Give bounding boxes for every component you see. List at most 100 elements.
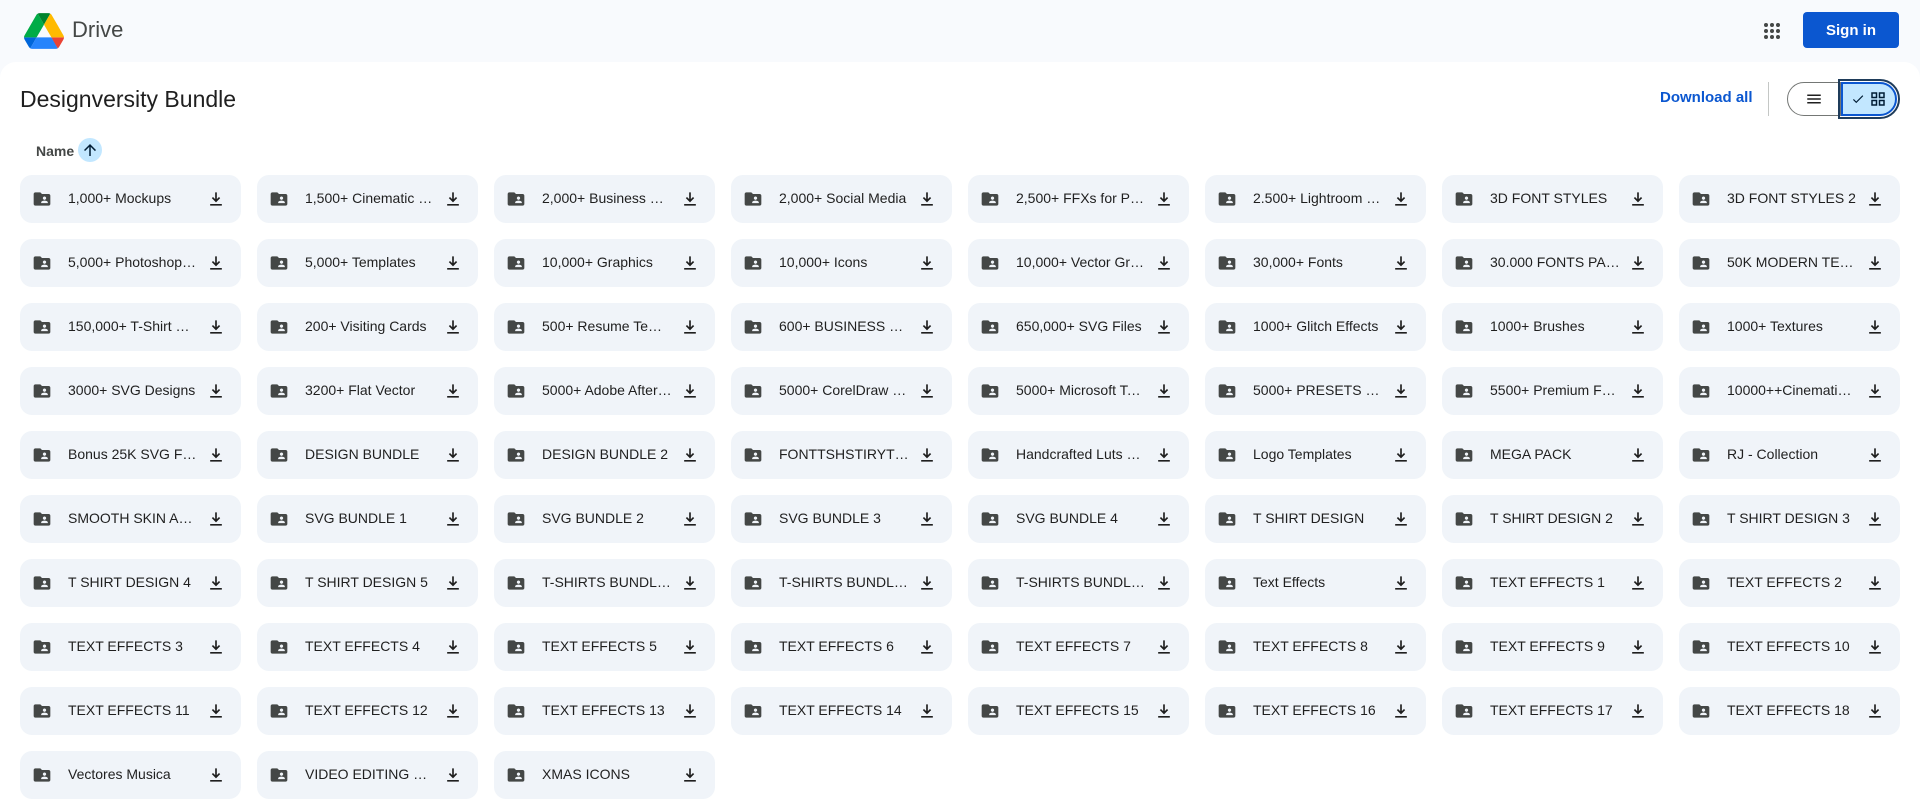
download-button[interactable]	[204, 763, 228, 787]
download-button[interactable]	[678, 635, 702, 659]
folder-tile[interactable]: 1,500+ Cinematic LUTs	[257, 175, 478, 223]
folder-tile[interactable]: 3000+ SVG Designs	[20, 367, 241, 415]
folder-tile[interactable]: 5000+ Adobe After Effects	[494, 367, 715, 415]
folder-tile[interactable]: 5500+ Premium Fonts	[1442, 367, 1663, 415]
folder-tile[interactable]: MEGA PACK	[1442, 431, 1663, 479]
download-button[interactable]	[1626, 443, 1650, 467]
list-view-button[interactable]	[1787, 82, 1841, 116]
download-button[interactable]	[1863, 635, 1887, 659]
folder-tile[interactable]: 1000+ Textures	[1679, 303, 1900, 351]
download-button[interactable]	[678, 251, 702, 275]
download-button[interactable]	[1152, 571, 1176, 595]
download-button[interactable]	[678, 187, 702, 211]
folder-tile[interactable]: 10,000+ Icons	[731, 239, 952, 287]
download-button[interactable]	[1863, 571, 1887, 595]
folder-tile[interactable]: 1,000+ Mockups	[20, 175, 241, 223]
google-apps-icon[interactable]	[1760, 19, 1784, 43]
folder-tile[interactable]: TEXT EFFECTS 12	[257, 687, 478, 735]
folder-tile[interactable]: TEXT EFFECTS 5	[494, 623, 715, 671]
download-button[interactable]	[1626, 187, 1650, 211]
download-button[interactable]	[678, 507, 702, 531]
download-button[interactable]	[441, 571, 465, 595]
download-button[interactable]	[1626, 379, 1650, 403]
folder-tile[interactable]: T-SHIRTS BUNDLE 2	[731, 559, 952, 607]
download-button[interactable]	[1389, 699, 1413, 723]
folder-tile[interactable]: 3D FONT STYLES 2	[1679, 175, 1900, 223]
download-button[interactable]	[1389, 379, 1413, 403]
folder-tile[interactable]: Text Effects	[1205, 559, 1426, 607]
folder-tile[interactable]: TEXT EFFECTS 4	[257, 623, 478, 671]
download-button[interactable]	[441, 315, 465, 339]
download-button[interactable]	[1626, 251, 1650, 275]
folder-tile[interactable]: 2.500+ Lightroom Presets	[1205, 175, 1426, 223]
folder-tile[interactable]: Logo Templates	[1205, 431, 1426, 479]
download-button[interactable]	[678, 443, 702, 467]
download-button[interactable]	[915, 251, 939, 275]
download-button[interactable]	[1389, 635, 1413, 659]
download-button[interactable]	[1152, 699, 1176, 723]
folder-tile[interactable]: SVG BUNDLE 4	[968, 495, 1189, 543]
folder-tile[interactable]: 150,000+ T-Shirt Designs	[20, 303, 241, 351]
download-button[interactable]	[204, 379, 228, 403]
folder-tile[interactable]: TEXT EFFECTS 18	[1679, 687, 1900, 735]
download-button[interactable]	[1389, 571, 1413, 595]
folder-tile[interactable]: TEXT EFFECTS 15	[968, 687, 1189, 735]
download-button[interactable]	[1389, 507, 1413, 531]
folder-tile[interactable]: 650,000+ SVG Files	[968, 303, 1189, 351]
drive-logo-icon[interactable]	[24, 13, 64, 49]
download-button[interactable]	[1152, 507, 1176, 531]
folder-tile[interactable]: XMAS ICONS	[494, 751, 715, 799]
folder-tile[interactable]: SVG BUNDLE 2	[494, 495, 715, 543]
download-button[interactable]	[678, 315, 702, 339]
download-button[interactable]	[1863, 315, 1887, 339]
folder-tile[interactable]: 2,000+ Business Cards	[494, 175, 715, 223]
folder-tile[interactable]: TEXT EFFECTS 2	[1679, 559, 1900, 607]
download-button[interactable]	[441, 187, 465, 211]
download-button[interactable]	[441, 443, 465, 467]
folder-tile[interactable]: 3D FONT STYLES	[1442, 175, 1663, 223]
folder-tile[interactable]: TEXT EFFECTS 11	[20, 687, 241, 735]
folder-tile[interactable]: 1000+ Glitch Effects	[1205, 303, 1426, 351]
folder-tile[interactable]: 30,000+ Fonts	[1205, 239, 1426, 287]
download-button[interactable]	[915, 571, 939, 595]
download-button[interactable]	[678, 699, 702, 723]
download-button[interactable]	[1626, 507, 1650, 531]
folder-tile[interactable]: TEXT EFFECTS 3	[20, 623, 241, 671]
folder-tile[interactable]: T-SHIRTS BUNDLE 3	[968, 559, 1189, 607]
download-button[interactable]	[915, 379, 939, 403]
download-button[interactable]	[1152, 379, 1176, 403]
download-button[interactable]	[1152, 443, 1176, 467]
download-button[interactable]	[441, 251, 465, 275]
folder-tile[interactable]: 50K MODERN TEMPLATES	[1679, 239, 1900, 287]
download-button[interactable]	[678, 379, 702, 403]
folder-tile[interactable]: VIDEO EDITING PACK	[257, 751, 478, 799]
folder-tile[interactable]: Handcrafted Luts Pack	[968, 431, 1189, 479]
folder-tile[interactable]: SVG BUNDLE 3	[731, 495, 952, 543]
folder-tile[interactable]: TEXT EFFECTS 1	[1442, 559, 1663, 607]
download-button[interactable]	[441, 635, 465, 659]
folder-tile[interactable]: TEXT EFFECTS 16	[1205, 687, 1426, 735]
download-button[interactable]	[204, 635, 228, 659]
download-button[interactable]	[915, 315, 939, 339]
download-button[interactable]	[204, 507, 228, 531]
download-button[interactable]	[1626, 315, 1650, 339]
folder-tile[interactable]: Bonus 25K SVG Files	[20, 431, 241, 479]
grid-view-button[interactable]	[1838, 79, 1900, 119]
download-button[interactable]	[915, 443, 939, 467]
folder-tile[interactable]: SVG BUNDLE 1	[257, 495, 478, 543]
folder-tile[interactable]: 3200+ Flat Vector	[257, 367, 478, 415]
sort-direction-button[interactable]	[78, 138, 102, 162]
download-button[interactable]	[678, 571, 702, 595]
folder-tile[interactable]: RJ - Collection	[1679, 431, 1900, 479]
download-button[interactable]	[1863, 507, 1887, 531]
download-button[interactable]	[204, 315, 228, 339]
download-button[interactable]	[204, 443, 228, 467]
download-button[interactable]	[1863, 443, 1887, 467]
folder-tile[interactable]: T SHIRT DESIGN	[1205, 495, 1426, 543]
folder-tile[interactable]: 10,000+ Graphics	[494, 239, 715, 287]
download-button[interactable]	[1626, 699, 1650, 723]
download-button[interactable]	[915, 699, 939, 723]
folder-tile[interactable]: T SHIRT DESIGN 2	[1442, 495, 1663, 543]
download-button[interactable]	[1863, 379, 1887, 403]
sort-label[interactable]: Name	[36, 143, 74, 159]
